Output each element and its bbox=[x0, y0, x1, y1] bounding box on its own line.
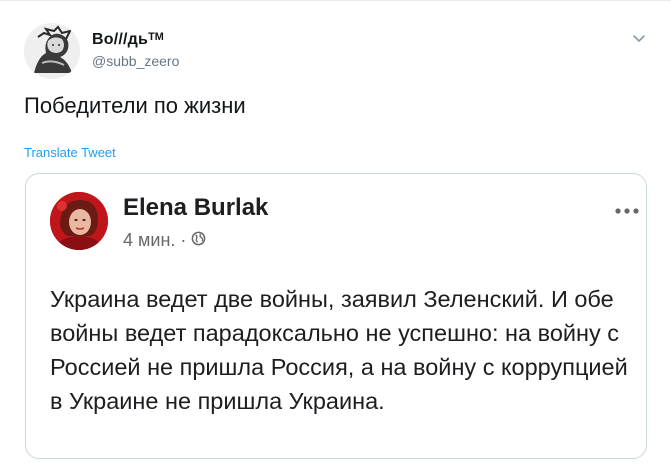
user-avatar[interactable] bbox=[24, 23, 80, 79]
display-name[interactable]: Во///дьᵀᴹ bbox=[92, 31, 164, 49]
meta-separator: · bbox=[180, 230, 187, 250]
quoted-post-card[interactable]: Elena Burlak 4 мин. · Украина ведет две … bbox=[25, 173, 647, 459]
globe-icon bbox=[191, 230, 206, 251]
chevron-down-icon[interactable] bbox=[630, 29, 648, 47]
user-handle[interactable]: @subb_zeero bbox=[92, 53, 179, 69]
translate-tweet-link[interactable]: Translate Tweet bbox=[24, 145, 116, 160]
quoted-author-name[interactable]: Elena Burlak bbox=[123, 194, 268, 222]
tweet-text: Победители по жизни bbox=[24, 93, 246, 118]
quoted-post-meta: 4 мин. · bbox=[123, 230, 206, 251]
more-options-icon[interactable] bbox=[614, 202, 640, 214]
tweet: Во///дьᵀᴹ @subb_zeero Победители по жизн… bbox=[0, 0, 671, 473]
avatar-illustration bbox=[24, 23, 80, 79]
post-time[interactable]: 4 мин. bbox=[123, 230, 175, 251]
quoted-author-avatar[interactable] bbox=[50, 192, 108, 250]
quoted-post-body: Украина ведет две войны, заявил Зеленски… bbox=[50, 286, 628, 414]
quoted-avatar-photo bbox=[50, 192, 108, 250]
